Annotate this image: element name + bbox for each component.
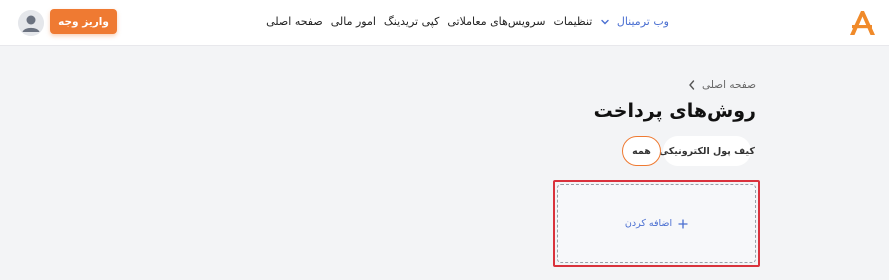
brand-logo-icon[interactable] <box>846 7 878 39</box>
nav-web-terminal-label: وب ترمینال <box>616 15 669 28</box>
nav-finance[interactable]: امور مالی <box>331 14 376 30</box>
filter-tabs: همه کیف پول الکترونیکی <box>622 136 755 166</box>
main-nav: صفحه اصلی امور مالی کپی تریدینگ سرویس‌ها… <box>266 14 675 30</box>
add-payment-method-card[interactable]: اضافه کردن <box>557 184 756 263</box>
page-title: روش‌های پرداخت <box>593 100 756 122</box>
chevron-down-icon <box>601 19 610 25</box>
user-avatar-icon <box>18 10 44 36</box>
nav-trading-services[interactable]: سرویس‌های معاملاتی <box>447 14 545 30</box>
deposit-button[interactable]: واریز وجه <box>50 9 117 34</box>
tab-e-wallet[interactable]: کیف پول الکترونیکی <box>659 136 755 166</box>
top-navbar: صفحه اصلی امور مالی کپی تریدینگ سرویس‌ها… <box>0 0 889 46</box>
nav-copy-trading[interactable]: کپی تریدینگ <box>384 14 439 30</box>
add-card-label: اضافه کردن <box>624 218 673 229</box>
nav-settings[interactable]: تنظیمات <box>554 14 593 30</box>
plus-icon <box>678 218 688 229</box>
breadcrumb[interactable]: صفحه اصلی <box>687 79 756 91</box>
breadcrumb-home[interactable]: صفحه اصلی <box>702 79 756 91</box>
nav-home[interactable]: صفحه اصلی <box>266 14 323 30</box>
tab-all[interactable]: همه <box>622 136 661 166</box>
avatar[interactable] <box>18 10 44 36</box>
chevron-left-icon <box>689 80 695 90</box>
nav-web-terminal[interactable]: وب ترمینال <box>600 14 669 30</box>
